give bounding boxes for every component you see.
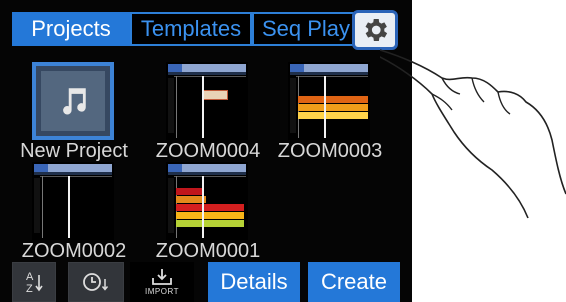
new-project-thumbnail <box>32 62 114 140</box>
sort-time-button[interactable] <box>68 262 124 302</box>
music-note-icon <box>63 88 86 115</box>
bottom-toolbar: A Z IMPORT Details Create <box>12 262 406 302</box>
pointing-hand-illustration <box>380 49 566 219</box>
create-button[interactable]: Create <box>308 262 400 302</box>
import-label: IMPORT <box>145 287 179 296</box>
import-button[interactable]: IMPORT <box>130 262 194 302</box>
svg-text:Z: Z <box>26 283 33 295</box>
project-name: ZOOM0004 <box>155 140 261 162</box>
sort-alpha-button[interactable]: A Z <box>12 262 56 302</box>
tab-projects[interactable]: Projects <box>12 12 130 46</box>
svg-text:A: A <box>26 271 34 283</box>
import-icon <box>152 269 172 285</box>
project-name: ZOOM0003 <box>277 140 383 162</box>
project-thumbnail <box>166 62 248 140</box>
project-thumbnail <box>166 162 248 240</box>
project-name: ZOOM0001 <box>155 240 261 262</box>
sort-time-icon <box>83 273 109 291</box>
details-button[interactable]: Details <box>208 262 300 302</box>
tab-seq-play[interactable]: Seq Play <box>252 12 360 46</box>
project-thumbnail <box>32 162 114 240</box>
sort-alpha-icon: A Z <box>26 271 43 295</box>
project-thumbnail <box>288 62 370 140</box>
new-project-label: New Project <box>20 140 128 162</box>
tab-bar: Projects Templates Seq Play <box>12 12 405 48</box>
tab-templates[interactable]: Templates <box>130 12 252 46</box>
project-name: ZOOM0002 <box>21 240 127 262</box>
device-screen: Projects Templates Seq Play New Project <box>0 0 414 302</box>
